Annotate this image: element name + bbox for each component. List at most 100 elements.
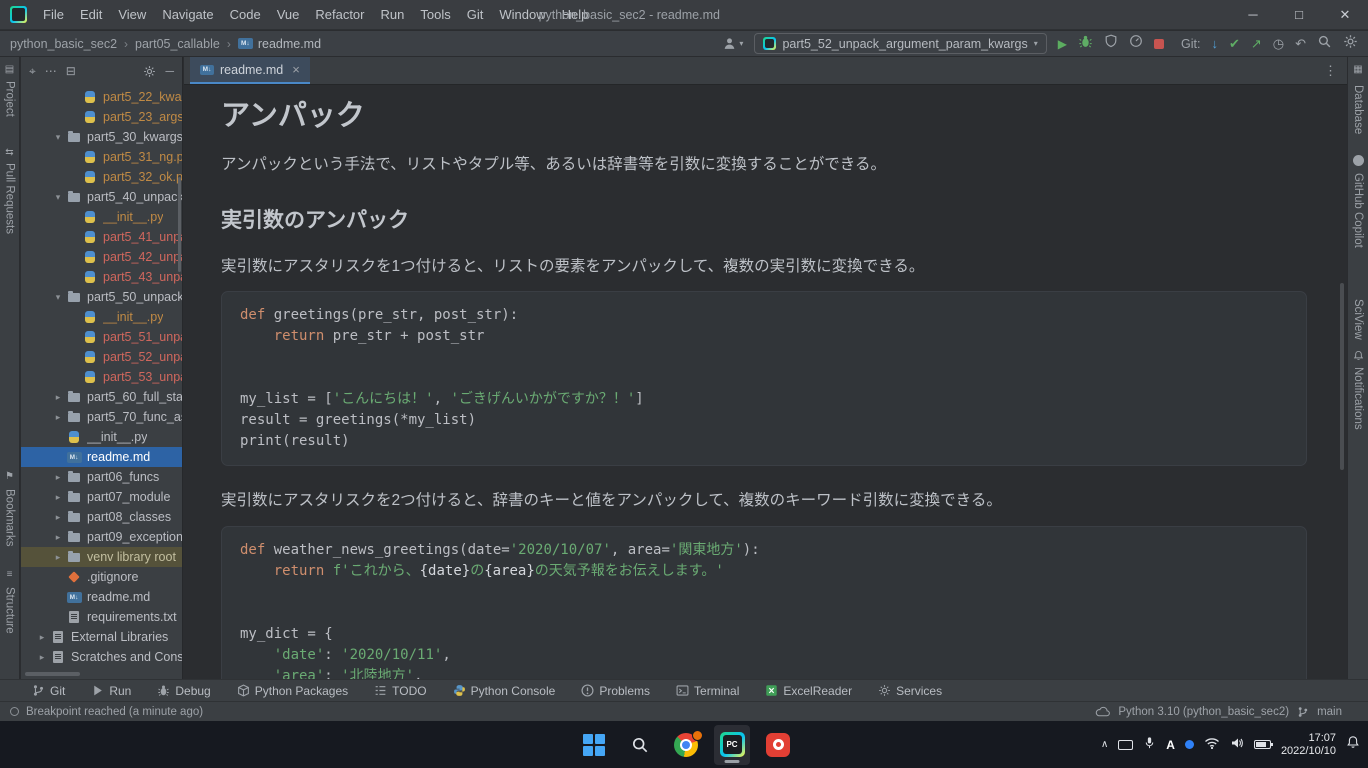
tree-horizontal-scrollbar[interactable] [25,672,80,676]
battery-icon[interactable] [1254,740,1271,749]
chrome-button[interactable] [668,725,704,765]
tree-item[interactable]: part5_43_unpack_pa [21,267,182,287]
pull-requests-icon[interactable]: ⇆ [0,147,19,158]
layout-icon[interactable]: ▦ [1348,64,1368,75]
stripe-database[interactable]: Database [1352,85,1364,134]
tree-item[interactable]: part5_53_unpack_ar [21,367,182,387]
more-options-icon[interactable]: ⋯ [45,65,57,77]
toolwindow-git[interactable]: Git [32,684,65,698]
chevron-down-icon[interactable]: ▾ [51,192,65,203]
stripe-project[interactable]: Project [4,81,16,117]
tree-item[interactable]: part5_32_ok.py [21,167,182,187]
tree-item[interactable]: part5_41_unpack_pa [21,227,182,247]
tree-item[interactable]: __init__.py [21,307,182,327]
menu-navigate[interactable]: Navigate [154,3,221,26]
breadcrumb-project[interactable]: python_basic_sec2 [10,37,117,51]
tree-item[interactable]: readme.md [21,447,182,467]
bookmarks-icon[interactable]: ⚑ [0,471,19,482]
tree-item[interactable]: ▸part09_exceptions [21,527,182,547]
tree-item[interactable]: part5_51_unpack_ar [21,327,182,347]
toolwindow-terminal[interactable]: Terminal [676,684,739,698]
stripe-structure[interactable]: Structure [4,587,16,634]
menu-git[interactable]: Git [459,3,492,26]
git-branch-label[interactable]: main [1317,706,1342,718]
pycharm-button[interactable] [714,725,750,765]
chevron-right-icon[interactable]: ▸ [51,412,65,423]
tree-item[interactable]: ▸venv library root [21,547,182,567]
tree-item[interactable]: part5_31_ng.py [21,147,182,167]
toolwindow-problems[interactable]: Problems [581,684,650,698]
menu-file[interactable]: File [35,3,72,26]
stop-button[interactable] [1154,39,1164,49]
coverage-button[interactable] [1104,34,1118,53]
toolwindow-python-console[interactable]: Python Console [453,684,556,698]
tree-item[interactable]: ▸part08_classes [21,507,182,527]
tree-item[interactable]: __init__.py [21,427,182,447]
chevron-right-icon[interactable]: ▸ [51,552,65,563]
menu-edit[interactable]: Edit [72,3,110,26]
volume-icon[interactable] [1230,736,1244,754]
chevron-down-icon[interactable]: ▾ [51,292,65,303]
chevron-right-icon[interactable]: ▸ [51,392,65,403]
editor-scrollbar[interactable] [1340,283,1344,470]
tree-item[interactable]: part5_42_unpack_pa [21,247,182,267]
chevron-right-icon[interactable]: ▸ [51,472,65,483]
chevron-right-icon[interactable]: ▸ [35,652,49,663]
toolwindow-excelreader[interactable]: ExcelReader [765,684,852,698]
code-with-me-user-icon[interactable]: ▾ [722,36,743,51]
start-button[interactable] [576,725,612,765]
history-button[interactable]: ◷ [1273,36,1284,52]
git-push-button[interactable]: ↗ [1251,36,1262,52]
notifications-bell-icon[interactable] [1348,350,1368,364]
tree-item[interactable]: ▾part5_50_unpack_argum [21,287,182,307]
chevron-down-icon[interactable]: ▾ [51,132,65,143]
tree-vertical-scrollbar[interactable] [178,177,181,272]
menu-vue[interactable]: Vue [269,3,308,26]
tree-item[interactable]: ▸part5_60_full_stack [21,387,182,407]
tree-item[interactable]: ▸part5_70_func_as_arg [21,407,182,427]
tree-item[interactable]: part5_52_unpack_ar [21,347,182,367]
collapse-all-icon[interactable]: ⊟ [66,65,76,77]
stripe-sciview[interactable]: SciView [1352,299,1364,340]
tree-item[interactable]: ▸Scratches and Consoles [21,647,182,667]
touch-keyboard-icon[interactable] [1118,740,1133,750]
microphone-icon[interactable] [1143,736,1156,754]
chevron-right-icon[interactable]: ▸ [51,532,65,543]
notifications-bell-icon[interactable] [1346,735,1360,754]
stripe-bookmarks[interactable]: Bookmarks [4,489,16,547]
locate-file-icon[interactable]: ⌖ [29,65,36,77]
menu-view[interactable]: View [110,3,154,26]
tree-item[interactable]: __init__.py [21,207,182,227]
hide-panel-icon[interactable]: ─ [165,65,174,77]
tree-item[interactable]: ▸part06_funcs [21,467,182,487]
tree-item[interactable]: readme.md [21,587,182,607]
tab-options-icon[interactable]: ⋮ [1324,63,1347,79]
wifi-icon[interactable] [1204,736,1220,754]
rollback-button[interactable]: ↶ [1295,36,1306,52]
run-button[interactable]: ▶ [1058,37,1067,51]
run-configuration-select[interactable]: part5_52_unpack_argument_param_kwargs ▾ [754,33,1046,54]
close-button[interactable]: ✕ [1322,0,1368,30]
toolwindow-debug[interactable]: Debug [157,684,210,698]
settings-gear-icon[interactable] [1343,34,1358,54]
ime-mode-indicator[interactable]: A [1166,738,1175,752]
github-copilot-icon[interactable] [1348,155,1368,169]
tree-item[interactable]: part5_22_kwargs_sa [21,87,182,107]
toolwindow-services[interactable]: Services [878,684,942,698]
stripe-github-copilot[interactable]: GitHub Copilot [1352,173,1364,248]
panel-settings-gear-icon[interactable] [143,65,156,78]
toolwindow-python-packages[interactable]: Python Packages [237,684,348,698]
git-commit-button[interactable]: ✔ [1229,36,1240,52]
tree-item[interactable]: ▸part07_module [21,487,182,507]
menu-run[interactable]: Run [373,3,413,26]
breadcrumb-file[interactable]: readme.md [238,37,321,51]
status-message[interactable]: Breakpoint reached (a minute ago) [26,706,203,718]
taskbar-search-button[interactable] [622,725,658,765]
tree-item[interactable]: ▸External Libraries [21,627,182,647]
tray-expand-icon[interactable]: ∧ [1101,739,1108,750]
chevron-right-icon[interactable]: ▸ [35,632,49,643]
tree-item[interactable]: requirements.txt [21,607,182,627]
toolwindow-run[interactable]: Run [91,684,131,698]
tree-item[interactable]: part5_23_args_kwarg [21,107,182,127]
maximize-button[interactable]: □ [1276,0,1322,30]
